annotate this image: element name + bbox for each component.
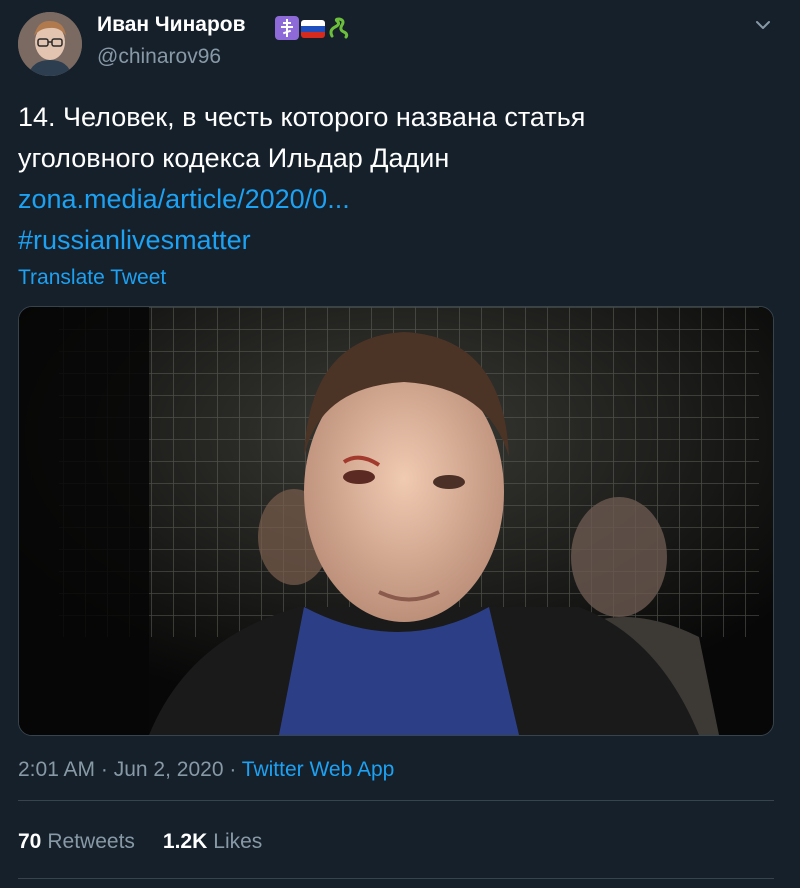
tweet-photo[interactable]: [18, 306, 774, 736]
tweet-source[interactable]: Twitter Web App: [242, 758, 395, 781]
tweet-link[interactable]: zona.media/article/2020/0...: [18, 179, 758, 220]
tweet-text-line: 14. Человек, в честь которого названа ст…: [18, 102, 586, 132]
likes-count: 1.2K: [162, 830, 208, 853]
translate-tweet-link[interactable]: Translate Tweet: [18, 266, 166, 290]
likes-stat[interactable]: 1.2K Likes: [163, 830, 262, 854]
russian-flag-emoji-icon: [301, 20, 325, 38]
divider: [18, 878, 774, 879]
chevron-down-icon[interactable]: [752, 14, 774, 36]
tweet-time[interactable]: 2:01 AM: [18, 758, 95, 781]
author-avatar[interactable]: [18, 12, 82, 76]
author-display-name[interactable]: Иван Чинаров: [97, 13, 246, 37]
orthodox-cross-emoji-icon: [275, 16, 299, 40]
meta-separator: ·: [223, 758, 242, 781]
tweet-hashtag[interactable]: #russianlivesmatter: [18, 220, 758, 261]
tweet-body: 14. Человек, в честь которого названа ст…: [18, 97, 758, 261]
snake-emoji-icon: [327, 16, 351, 40]
divider: [18, 800, 774, 801]
author-handle[interactable]: @chinarov96: [97, 45, 221, 69]
retweets-count: 70: [18, 830, 42, 853]
meta-separator: ·: [95, 758, 114, 781]
tweet-meta: 2:01 AM · Jun 2, 2020 · Twitter Web App: [18, 758, 394, 782]
name-emoji-badges: [275, 16, 351, 40]
tweet-stats: 70 Retweets 1.2K Likes: [18, 830, 262, 854]
retweets-label: Retweets: [47, 830, 135, 853]
tweet-text-line: уголовного кодекса Ильдар Дадин: [18, 143, 450, 173]
retweets-stat[interactable]: 70 Retweets: [18, 830, 135, 854]
tweet-date[interactable]: Jun 2, 2020: [114, 758, 224, 781]
likes-label: Likes: [213, 830, 263, 853]
